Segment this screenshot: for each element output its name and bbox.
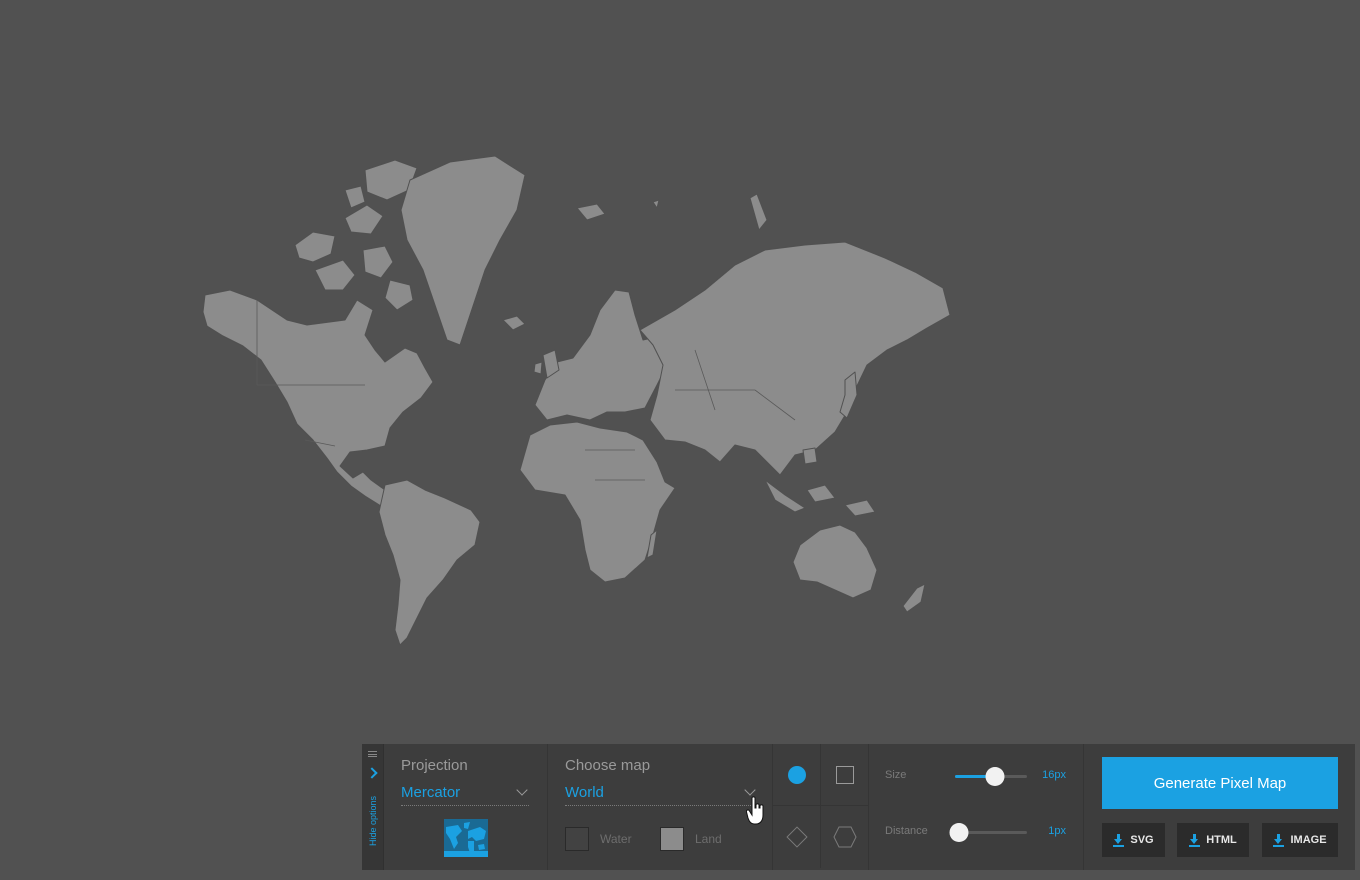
- hexagon-icon: [833, 826, 857, 848]
- africa: [519, 421, 676, 583]
- mini-world-map-icon: [444, 819, 488, 857]
- land-color-swatch[interactable]: [660, 827, 684, 851]
- download-image-button[interactable]: IMAGE: [1262, 823, 1338, 857]
- projection-value: Mercator: [401, 784, 461, 801]
- world-map: [195, 150, 965, 650]
- canadian-islands: [294, 159, 418, 311]
- chevron-down-icon: [744, 784, 756, 796]
- australia: [792, 524, 878, 599]
- hide-options-toggle[interactable]: Hide options: [362, 744, 384, 870]
- download-svg-label: SVG: [1130, 834, 1154, 846]
- shape-square-button[interactable]: [821, 744, 869, 806]
- world-map-svg: [202, 155, 951, 646]
- arctic-islands: [576, 193, 768, 231]
- projection-section: Projection Mercator: [384, 744, 548, 870]
- hand-pointer-cursor-icon: [746, 796, 764, 825]
- generate-pixel-map-button[interactable]: Generate Pixel Map: [1102, 757, 1338, 809]
- download-icon: [1113, 833, 1125, 847]
- projection-label: Projection: [401, 757, 468, 774]
- shape-hexagon-button[interactable]: [821, 806, 869, 868]
- generate-section: Generate Pixel Map SVG HTML IMAGE: [1084, 744, 1355, 870]
- map-select[interactable]: World: [565, 784, 757, 806]
- download-icon: [1189, 833, 1201, 847]
- greenland: [400, 155, 526, 346]
- download-svg-button[interactable]: SVG: [1102, 823, 1165, 857]
- drag-handle-icon[interactable]: [368, 751, 377, 757]
- shape-diamond-button[interactable]: [773, 806, 821, 868]
- land-label: Land: [695, 832, 722, 846]
- download-html-button[interactable]: HTML: [1177, 823, 1249, 857]
- size-label: Size: [885, 769, 907, 781]
- iceland: [502, 315, 526, 331]
- download-html-label: HTML: [1206, 834, 1237, 846]
- south-america: [378, 479, 481, 646]
- circle-icon: [787, 765, 806, 784]
- size-section: Size 16px Distance 1px: [869, 744, 1084, 870]
- water-color-swatch[interactable]: [565, 827, 589, 851]
- choose-map-label: Choose map: [565, 757, 651, 774]
- options-panel: Hide options Projection Mercator Choose …: [362, 744, 1355, 870]
- size-slider-knob[interactable]: [985, 767, 1005, 786]
- projection-thumbnail: [444, 819, 488, 857]
- shape-section: [773, 744, 869, 870]
- distance-slider-knob[interactable]: [949, 823, 969, 842]
- distance-slider[interactable]: [949, 823, 1027, 842]
- diamond-icon: [785, 826, 808, 848]
- hide-options-label[interactable]: Hide options: [368, 796, 378, 846]
- north-america: [202, 289, 434, 507]
- map-section: Choose map World Water Land: [548, 744, 773, 870]
- size-slider[interactable]: [955, 767, 1027, 786]
- download-image-label: IMAGE: [1290, 834, 1327, 846]
- square-icon: [836, 765, 854, 784]
- distance-value: 1px: [1048, 825, 1066, 837]
- size-value: 16px: [1042, 769, 1066, 781]
- map-value: World: [565, 784, 604, 801]
- download-icon: [1273, 833, 1285, 847]
- chevron-right-icon[interactable]: [366, 767, 378, 779]
- asia: [639, 241, 951, 476]
- new-zealand: [902, 583, 926, 613]
- water-label: Water: [600, 832, 632, 846]
- chevron-down-icon: [516, 784, 528, 796]
- projection-select[interactable]: Mercator: [401, 784, 529, 806]
- shape-circle-button[interactable]: [773, 744, 821, 806]
- distance-label: Distance: [885, 825, 928, 837]
